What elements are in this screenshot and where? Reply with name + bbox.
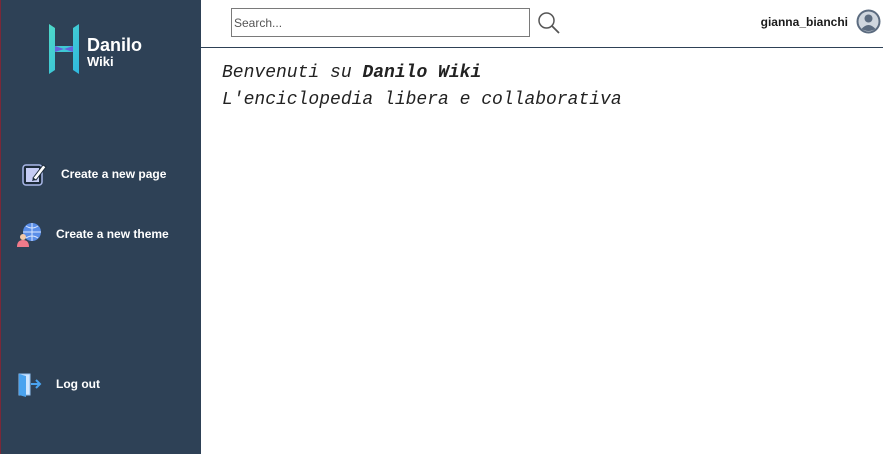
- search-icon[interactable]: [537, 11, 561, 35]
- sidebar-item-label: Create a new page: [61, 167, 167, 181]
- welcome-prefix: Benvenuti su: [222, 63, 363, 83]
- edit-page-icon: [19, 160, 47, 188]
- welcome-site-name: Danilo Wiki: [362, 63, 482, 83]
- sidebar: Danilo Wiki Create a new page Create a n…: [0, 0, 201, 454]
- logo[interactable]: Danilo Wiki: [47, 22, 157, 78]
- username-label[interactable]: gianna_bianchi: [761, 15, 848, 29]
- main-content: Benvenuti su Danilo Wiki L'enciclopedia …: [201, 48, 883, 454]
- welcome-tagline: L'enciclopedia libera e collaborativa: [222, 90, 622, 110]
- welcome-block: Benvenuti su Danilo Wiki L'enciclopedia …: [222, 60, 622, 114]
- search-input[interactable]: [231, 8, 530, 37]
- sidebar-item-label: Log out: [56, 377, 100, 391]
- sidebar-item-create-theme[interactable]: Create a new theme: [1, 216, 202, 252]
- app-window: Danilo Wiki Create a new page Create a n…: [0, 0, 883, 454]
- logo-subtitle: Wiki: [87, 54, 114, 69]
- theme-globe-icon: [15, 220, 43, 248]
- sidebar-item-logout[interactable]: Log out: [1, 366, 202, 402]
- user-avatar-icon[interactable]: [856, 9, 881, 34]
- top-bar: gianna_bianchi: [201, 0, 883, 48]
- logo-mark-icon: [49, 24, 79, 74]
- sidebar-item-create-page[interactable]: Create a new page: [1, 156, 202, 192]
- welcome-heading: Benvenuti su Danilo Wiki: [222, 60, 622, 87]
- sidebar-item-label: Create a new theme: [56, 227, 169, 241]
- logout-door-icon: [15, 370, 43, 398]
- logo-title: Danilo: [87, 35, 143, 55]
